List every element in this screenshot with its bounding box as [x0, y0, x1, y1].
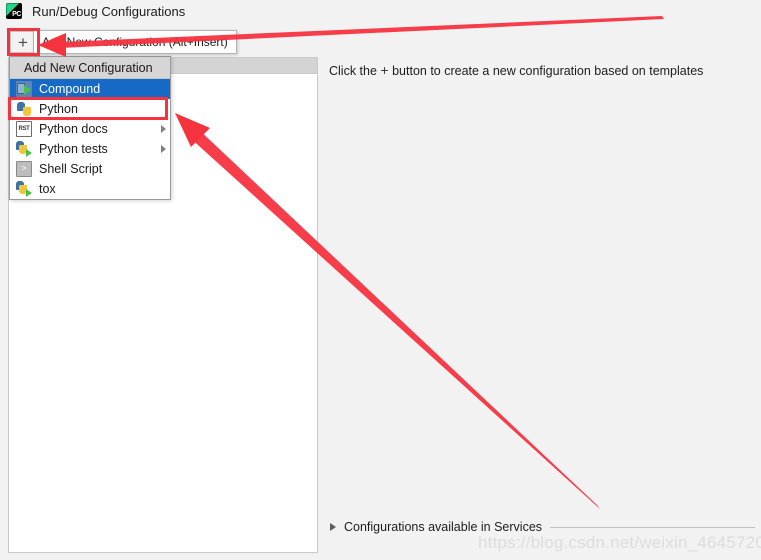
menu-item-python-tests[interactable]: Python tests [10, 139, 170, 159]
hint-prefix: Click the [329, 64, 377, 78]
menu-item-label: tox [39, 182, 56, 196]
add-new-configuration-menu: Add New Configuration Compound Python RS… [9, 56, 171, 200]
compound-icon [16, 81, 32, 97]
watermark-text: https://blog.csdn.net/weixin_46457203 [478, 533, 761, 552]
plus-icon-inline: + [380, 62, 389, 78]
rst-docs-icon: RST [16, 121, 32, 137]
section-divider [550, 526, 755, 528]
menu-item-shell-script[interactable]: > Shell Script [10, 159, 170, 179]
tox-icon [16, 181, 32, 197]
page-title: Run/Debug Configurations [32, 3, 186, 19]
menu-item-tox[interactable]: tox [10, 179, 170, 199]
plus-icon: + [18, 32, 28, 52]
python-icon [16, 101, 32, 117]
pycharm-logo-text: PC [12, 11, 21, 18]
menu-item-compound[interactable]: Compound [10, 79, 170, 99]
menu-item-label: Python docs [39, 122, 108, 136]
hint-suffix: button to create a new configuration bas… [392, 64, 704, 78]
menu-item-label: Python tests [39, 142, 108, 156]
menu-item-python[interactable]: Python [10, 99, 170, 119]
shell-script-icon: > [16, 161, 32, 177]
title-bar: PC Run/Debug Configurations [0, 0, 761, 22]
run-debug-configurations-window: PC Run/Debug Configurations + Add New Co… [0, 0, 761, 560]
menu-item-python-docs[interactable]: RST Python docs [10, 119, 170, 139]
menu-item-label: Shell Script [39, 162, 103, 176]
empty-state-hint: Click the + button to create a new confi… [329, 62, 703, 78]
pycharm-logo-icon: PC [6, 3, 22, 19]
services-label: Configurations available in Services [344, 520, 543, 534]
add-configuration-tooltip: Add New Configuration (Alt+Insert) [33, 30, 237, 54]
python-tests-icon [16, 141, 32, 157]
menu-item-label: Compound [39, 82, 101, 96]
submenu-arrow-icon [161, 125, 166, 133]
submenu-arrow-icon [161, 145, 166, 153]
menu-header-label: Add New Configuration [10, 57, 170, 79]
menu-item-label: Python [39, 102, 78, 116]
triangle-right-icon[interactable] [330, 523, 336, 531]
